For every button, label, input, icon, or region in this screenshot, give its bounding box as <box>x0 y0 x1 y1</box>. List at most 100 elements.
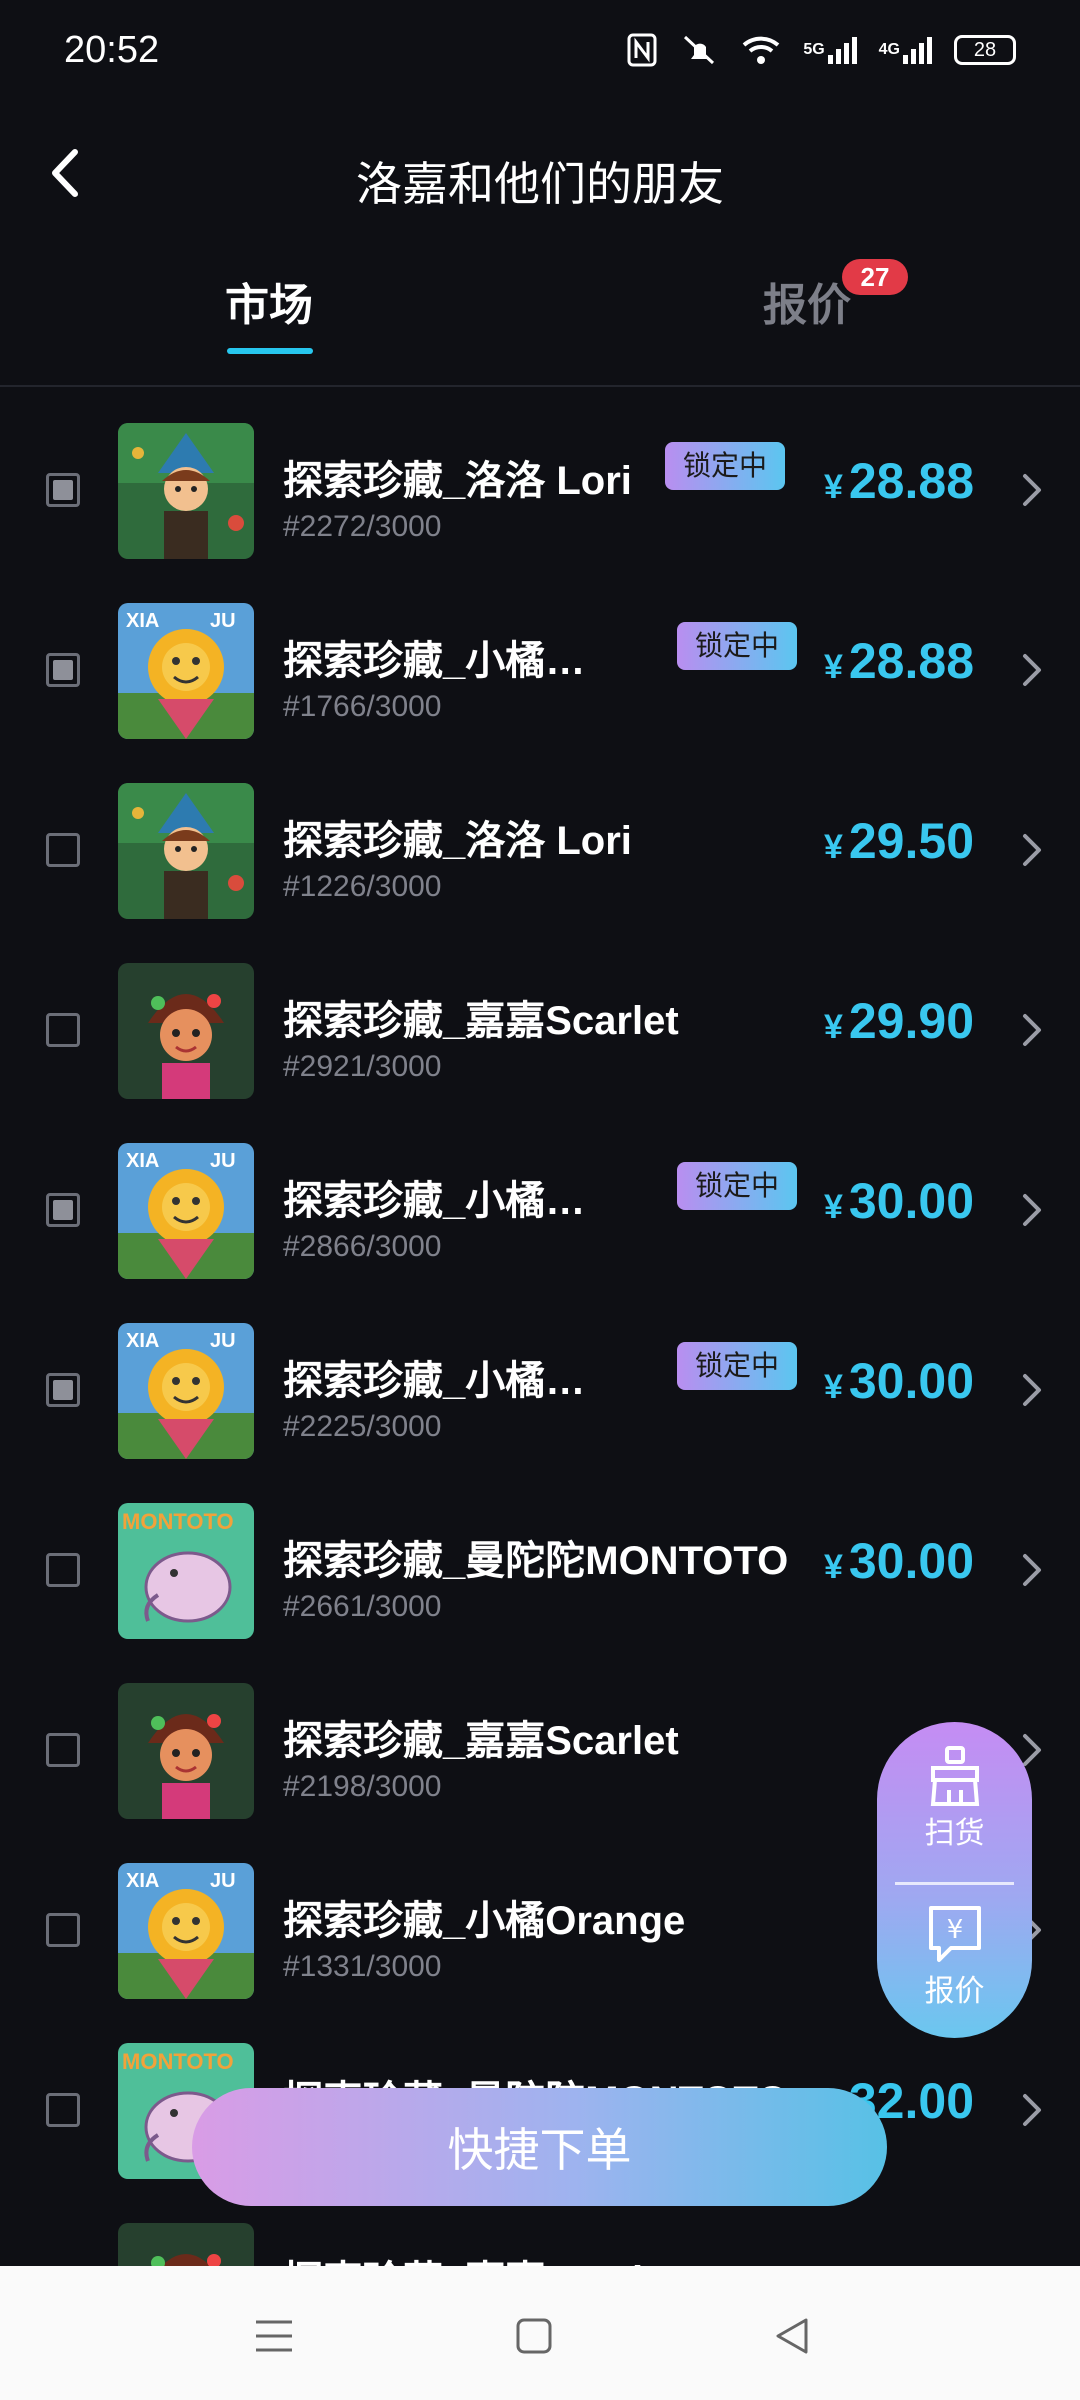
divider <box>0 385 1080 387</box>
chevron-right-icon <box>1023 474 1041 506</box>
item-serial: #2866/3000 <box>283 1230 442 1263</box>
status-icons: 5G 4G 28 <box>627 33 1016 67</box>
list-item[interactable]: MONTOTO 探索珍藏_曼陀陀MONTOTO #2661/3000 ¥30.00 <box>0 1480 1080 1660</box>
price-value: 28.88 <box>848 633 974 689</box>
item-thumbnail: XIA JU <box>118 1863 254 1999</box>
item-detail-chevron[interactable] <box>1012 1190 1052 1230</box>
menu-icon <box>256 2320 292 2352</box>
list-item[interactable]: 探索珍藏_洛洛 Lori #2272/3000 锁定中 ¥28.88 <box>0 400 1080 580</box>
item-detail-chevron[interactable] <box>1012 650 1052 690</box>
broom-icon <box>930 1746 979 1806</box>
select-checkbox[interactable] <box>46 653 80 687</box>
item-name: 探索珍藏_小橘… <box>283 639 586 683</box>
item-price: ¥28.88 <box>824 452 974 510</box>
select-checkbox[interactable] <box>46 1913 80 1947</box>
offer-button[interactable]: ¥ 报价 <box>877 1904 1032 2010</box>
signal-5g-icon: 5G <box>803 35 857 65</box>
currency-symbol: ¥ <box>823 828 843 866</box>
tab-offer[interactable]: 报价 <box>763 269 851 333</box>
select-checkbox[interactable] <box>46 1373 80 1407</box>
svg-text:XIA: XIA <box>126 610 159 632</box>
svg-text:XIA: XIA <box>126 1330 159 1352</box>
item-detail-chevron[interactable] <box>1012 830 1052 870</box>
system-nav-bar <box>0 2266 1080 2400</box>
item-thumbnail: XIA JU <box>118 1323 254 1459</box>
svg-text:JU: JU <box>210 610 236 632</box>
sweep-button[interactable]: 扫货 <box>877 1744 1032 1852</box>
svg-text:MONTOTO: MONTOTO <box>122 1509 234 1534</box>
item-serial: #2198/3000 <box>283 1770 442 1803</box>
item-detail-chevron[interactable] <box>1012 470 1052 510</box>
nfc-icon <box>627 33 657 67</box>
header: 洛嘉和他们的朋友 <box>0 120 1080 230</box>
select-checkbox[interactable] <box>46 833 80 867</box>
quick-order-button[interactable]: 快捷下单 <box>192 2088 887 2206</box>
wifi-icon <box>741 35 781 65</box>
svg-text:XIA: XIA <box>126 1870 159 1892</box>
item-name: 探索珍藏_曼陀陀MONTOTO <box>283 1539 789 1583</box>
item-thumbnail: XIA JU <box>118 603 254 739</box>
item-serial: #2272/3000 <box>283 510 442 543</box>
status-bar: 20:52 5G 4G 28 <box>0 0 1080 100</box>
status-time: 20:52 <box>64 28 160 71</box>
offer-label: 报价 <box>924 1975 985 2008</box>
list-item[interactable]: XIA JU 探索珍藏_小橘… #2225/3000 锁定中 ¥30.00 <box>0 1300 1080 1480</box>
currency-symbol: ¥ <box>823 1008 843 1046</box>
item-detail-chevron[interactable] <box>1012 1370 1052 1410</box>
signal-4g-label: 4G <box>878 41 900 58</box>
item-name: 探索珍藏_小橘Orange <box>283 1899 686 1943</box>
locked-badge: 锁定中 <box>677 1342 798 1390</box>
list-item[interactable]: 探索珍藏_洛洛 Lori #1226/3000 ¥29.50 <box>0 760 1080 940</box>
item-serial: #2225/3000 <box>283 1410 442 1443</box>
item-name: 探索珍藏_洛洛 Lori <box>283 819 632 863</box>
item-price: ¥28.88 <box>824 632 974 690</box>
select-checkbox[interactable] <box>46 1013 80 1047</box>
svg-text:MONTOTO: MONTOTO <box>122 2049 234 2074</box>
svg-text:XIA: XIA <box>126 1150 159 1172</box>
list-item[interactable]: XIA JU 探索珍藏_小橘… #2866/3000 锁定中 ¥30.00 <box>0 1120 1080 1300</box>
chevron-right-icon <box>1023 834 1041 866</box>
home-nav-button[interactable] <box>504 2306 564 2366</box>
floating-action-panel: 扫货 ¥ 报价 <box>877 1722 1032 2038</box>
list-item[interactable]: XIA JU 探索珍藏_小橘… #1766/3000 锁定中 ¥28.88 <box>0 580 1080 760</box>
currency-symbol: ¥ <box>823 648 843 686</box>
item-price: ¥30.00 <box>824 1532 974 1590</box>
item-name: 探索珍藏_洛洛 Lori <box>283 459 632 503</box>
chevron-right-icon <box>1023 1194 1041 1226</box>
item-name: 探索珍藏_嘉嘉Scarlet <box>283 1719 679 1763</box>
item-serial: #1766/3000 <box>283 690 442 723</box>
item-detail-chevron[interactable] <box>1012 2090 1052 2130</box>
tab-market[interactable]: 市场 <box>225 269 313 333</box>
list-item[interactable]: 探索珍藏_嘉嘉Scarlet #2921/3000 ¥29.90 <box>0 940 1080 1120</box>
back-nav-button[interactable] <box>762 2306 822 2366</box>
item-thumbnail: XIA JU <box>118 1143 254 1279</box>
select-checkbox[interactable] <box>46 2093 80 2127</box>
item-thumbnail <box>118 423 254 559</box>
menu-nav-button[interactable] <box>244 2306 304 2366</box>
mute-bell-icon <box>679 33 719 67</box>
svg-text:JU: JU <box>210 1150 236 1172</box>
item-detail-chevron[interactable] <box>1012 1550 1052 1590</box>
locked-badge: 锁定中 <box>665 442 786 490</box>
select-checkbox[interactable] <box>46 1733 80 1767</box>
chevron-right-icon <box>1023 2094 1041 2126</box>
select-checkbox[interactable] <box>46 1193 80 1227</box>
svg-text:JU: JU <box>210 1330 236 1352</box>
select-checkbox[interactable] <box>46 1553 80 1587</box>
price-value: 29.50 <box>848 813 974 869</box>
chevron-right-icon <box>1023 1374 1041 1406</box>
currency-symbol: ¥ <box>823 1188 843 1226</box>
currency-symbol: ¥ <box>823 1368 843 1406</box>
item-serial: #1331/3000 <box>283 1950 442 1983</box>
back-triangle-icon <box>776 2318 808 2354</box>
chevron-right-icon <box>1023 1014 1041 1046</box>
item-detail-chevron[interactable] <box>1012 1010 1052 1050</box>
svg-text:JU: JU <box>210 1870 236 1892</box>
float-divider <box>895 1882 1014 1885</box>
price-chat-icon: ¥ <box>928 1906 981 1962</box>
offer-count-badge: 27 <box>842 259 908 295</box>
item-price: ¥29.90 <box>824 992 974 1050</box>
page-title: 洛嘉和他们的朋友 <box>356 158 724 210</box>
select-checkbox[interactable] <box>46 473 80 507</box>
locked-badge: 锁定中 <box>677 622 798 670</box>
